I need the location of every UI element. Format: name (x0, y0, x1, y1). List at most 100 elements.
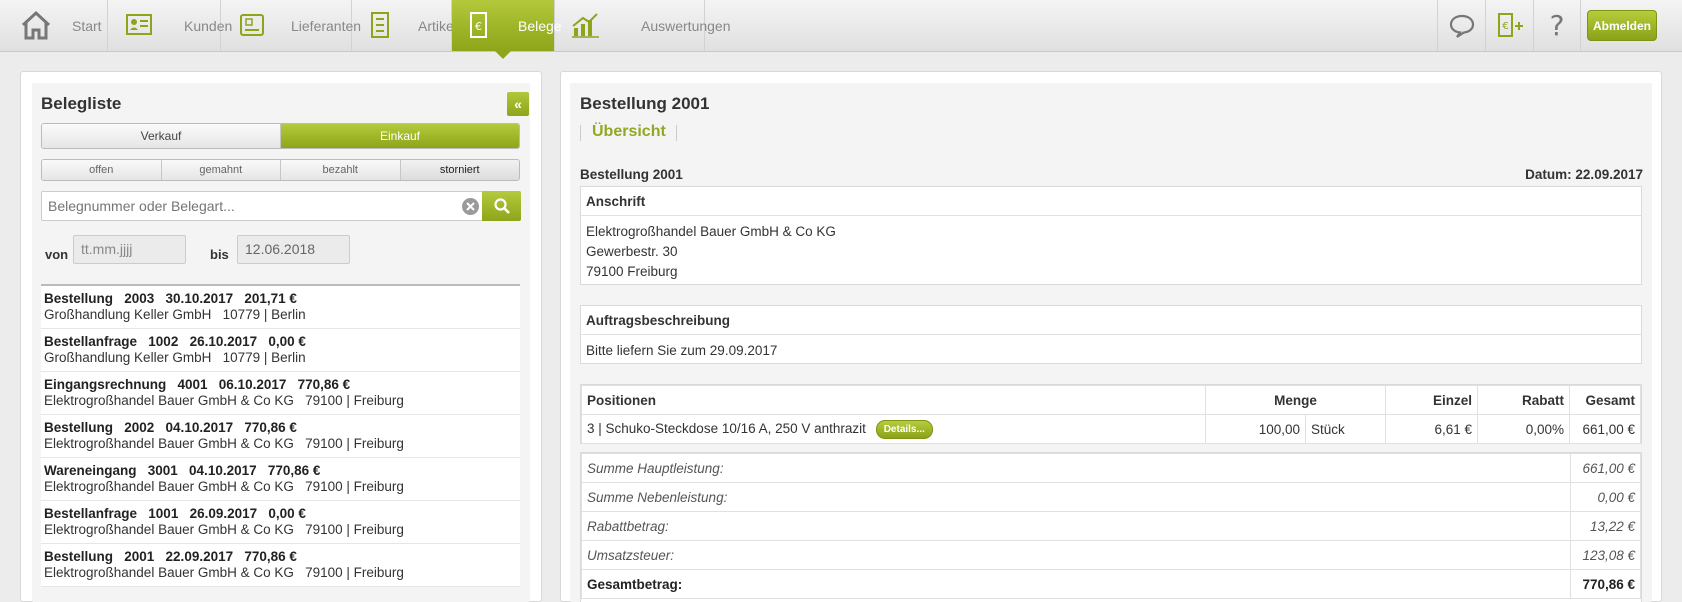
filter-storniert[interactable]: storniert (400, 160, 519, 180)
list-item-subtitle: Großhandlung Keller GmbH 10779 | Berlin (44, 350, 306, 365)
tab-verkauf[interactable]: Verkauf (42, 124, 281, 148)
address-line: Gewerbestr. 30 (586, 244, 678, 259)
list-item[interactable]: Bestellanfrage 1002 26.10.2017 0,00 € Gr… (41, 329, 520, 372)
status-filter-tabs: offen gemahnt bezahlt storniert (41, 159, 520, 181)
supplier-icon (240, 14, 264, 36)
details-button[interactable]: Details... (875, 419, 933, 439)
list-item-subtitle: Elektrogroßhandel Bauer GmbH & Co KG 791… (44, 479, 404, 494)
summary-label: Umsatzsteuer: (581, 540, 1571, 570)
list-item-title: Bestellanfrage 1002 26.10.2017 0,00 € (44, 334, 306, 349)
top-navigation: Start Kunden Lieferanten Artikel € Beleg… (0, 0, 1682, 59)
document-label: Bestellung 2001 (580, 167, 683, 182)
tab-divider (676, 125, 677, 141)
new-document-button[interactable]: € (1485, 0, 1533, 51)
summary-value: 661,00 € (1570, 453, 1641, 483)
list-item-title: Wareneingang 3001 04.10.2017 770,86 € (44, 463, 321, 478)
tab-uebersicht[interactable]: Übersicht (592, 123, 666, 141)
list-item-title: Bestellanfrage 1001 26.09.2017 0,00 € (44, 506, 306, 521)
search-icon (493, 198, 510, 214)
svg-text:€: € (475, 20, 482, 33)
nav-auswertungen-label: Auswertungen (641, 17, 731, 34)
col-positions: Positionen (581, 385, 1206, 415)
summary-table: Summe Hauptleistung: 661,00 € Summe Nebe… (580, 452, 1642, 602)
col-gesamt: Gesamt (1569, 385, 1641, 415)
list-item[interactable]: Eingangsrechnung 4001 06.10.2017 770,86 … (41, 372, 520, 415)
position-single: 6,61 € (1385, 414, 1478, 444)
address-line: Elektrogroßhandel Bauer GmbH & Co KG (586, 224, 836, 239)
list-item[interactable]: Wareneingang 3001 04.10.2017 770,86 € El… (41, 458, 520, 501)
summary-label: Rabattbetrag: (581, 511, 1571, 541)
col-einzel: Einzel (1385, 385, 1478, 415)
position-qty: 100,00 (1205, 414, 1306, 444)
list-item[interactable]: Bestellung 2002 04.10.2017 770,86 € Elek… (41, 415, 520, 458)
list-item[interactable]: Bestellung 2001 22.09.2017 770,86 € Elek… (41, 544, 520, 587)
list-item[interactable]: Bestellanfrage 1001 26.09.2017 0,00 € El… (41, 501, 520, 544)
search-button[interactable] (482, 191, 521, 221)
address-box: Anschrift Elektrogroßhandel Bauer GmbH &… (580, 186, 1642, 285)
svg-text:€: € (1502, 21, 1508, 32)
logout-button[interactable]: Abmelden (1587, 10, 1657, 41)
summary-label: Summe Nebenleistung: (581, 482, 1571, 512)
document-list: Bestellung 2003 30.10.2017 201,71 € Groß… (41, 284, 520, 587)
speech-bubble-icon (1449, 14, 1474, 38)
chat-button[interactable] (1437, 0, 1485, 51)
nav-belege[interactable]: € Belege (452, 0, 562, 59)
position-unit: Stück (1305, 414, 1386, 444)
col-menge: Menge (1205, 385, 1386, 415)
help-button[interactable]: ? (1533, 0, 1581, 51)
list-item-subtitle: Großhandlung Keller GmbH 10779 | Berlin (44, 307, 306, 322)
table-row: 3 | Schuko-Steckdose 10/16 A, 250 V anth… (581, 414, 1641, 444)
col-rabatt: Rabatt (1477, 385, 1570, 415)
address-body: Elektrogroßhandel Bauer GmbH & Co KG Gew… (581, 216, 1641, 288)
summary-row: Umsatzsteuer: 123,08 € (581, 540, 1641, 570)
address-line: 79100 Freiburg (586, 264, 678, 279)
summary-row: Summe Nebenleistung: 0,00 € (581, 482, 1641, 512)
home-icon (21, 10, 51, 40)
nav-start[interactable]: Start (0, 0, 108, 51)
filter-offen[interactable]: offen (42, 160, 162, 180)
customer-card-icon (126, 14, 152, 35)
help-icon: ? (1549, 9, 1565, 42)
list-item-subtitle: Elektrogroßhandel Bauer GmbH & Co KG 791… (44, 393, 404, 408)
new-document-icon: € (1497, 12, 1523, 37)
positions-table: Positionen Menge Einzel Rabatt Gesamt 3 … (580, 384, 1642, 444)
list-item[interactable]: Bestellung 2003 30.10.2017 201,71 € Groß… (41, 286, 520, 329)
position-discount: 0,00% (1477, 414, 1570, 444)
document-icon: € (470, 12, 487, 38)
summary-total-row: Gesamtbetrag: 770,86 € (581, 569, 1641, 599)
position-total: 661,00 € (1569, 414, 1641, 444)
nav-kunden[interactable]: Kunden (108, 0, 232, 51)
summary-total-value: 770,86 € (1570, 569, 1641, 599)
nav-start-label: Start (72, 17, 102, 34)
address-heading: Anschrift (581, 187, 1641, 216)
document-title: Bestellung 2001 (580, 94, 710, 113)
nav-artikel[interactable]: Artikel (352, 0, 457, 51)
filter-gemahnt[interactable]: gemahnt (161, 160, 281, 180)
date-to-label: bis (210, 247, 229, 262)
date-to-field[interactable]: 12.06.2018 (237, 235, 350, 264)
list-item-title: Bestellung 2003 30.10.2017 201,71 € (44, 291, 297, 306)
list-item-subtitle: Elektrogroßhandel Bauer GmbH & Co KG 791… (44, 436, 404, 451)
search-input[interactable] (42, 192, 452, 220)
date-from-label: von (45, 247, 69, 262)
description-heading: Auftragsbeschreibung (581, 306, 1641, 335)
tab-einkauf[interactable]: Einkauf (281, 124, 519, 148)
search-bar (41, 191, 521, 221)
list-item-subtitle: Elektrogroßhandel Bauer GmbH & Co KG 791… (44, 565, 404, 580)
nav-auswertungen[interactable]: Auswertungen (555, 0, 731, 51)
document-list-title: Belegliste (41, 94, 122, 113)
nav-lieferanten[interactable]: Lieferanten (221, 0, 361, 51)
document-date: Datum: 22.09.2017 (1525, 167, 1643, 182)
filter-bezahlt[interactable]: bezahlt (281, 160, 401, 180)
list-item-title: Bestellung 2002 04.10.2017 770,86 € (44, 420, 297, 435)
list-item-title: Bestellung 2001 22.09.2017 770,86 € (44, 549, 297, 564)
position-name: 3 | Schuko-Steckdose 10/16 A, 250 V anth… (587, 420, 866, 436)
summary-value: 123,08 € (1570, 540, 1641, 570)
date-from-field[interactable]: tt.mm.jjjj (73, 235, 186, 264)
clear-search-icon[interactable] (461, 197, 480, 216)
summary-value: 0,00 € (1570, 482, 1641, 512)
collapse-panel-button[interactable]: « (507, 92, 529, 116)
list-item-title: Eingangsrechnung 4001 06.10.2017 770,86 … (44, 377, 351, 392)
document-type-tabs: Verkauf Einkauf (41, 123, 520, 149)
summary-total-label: Gesamtbetrag: (581, 569, 1571, 599)
